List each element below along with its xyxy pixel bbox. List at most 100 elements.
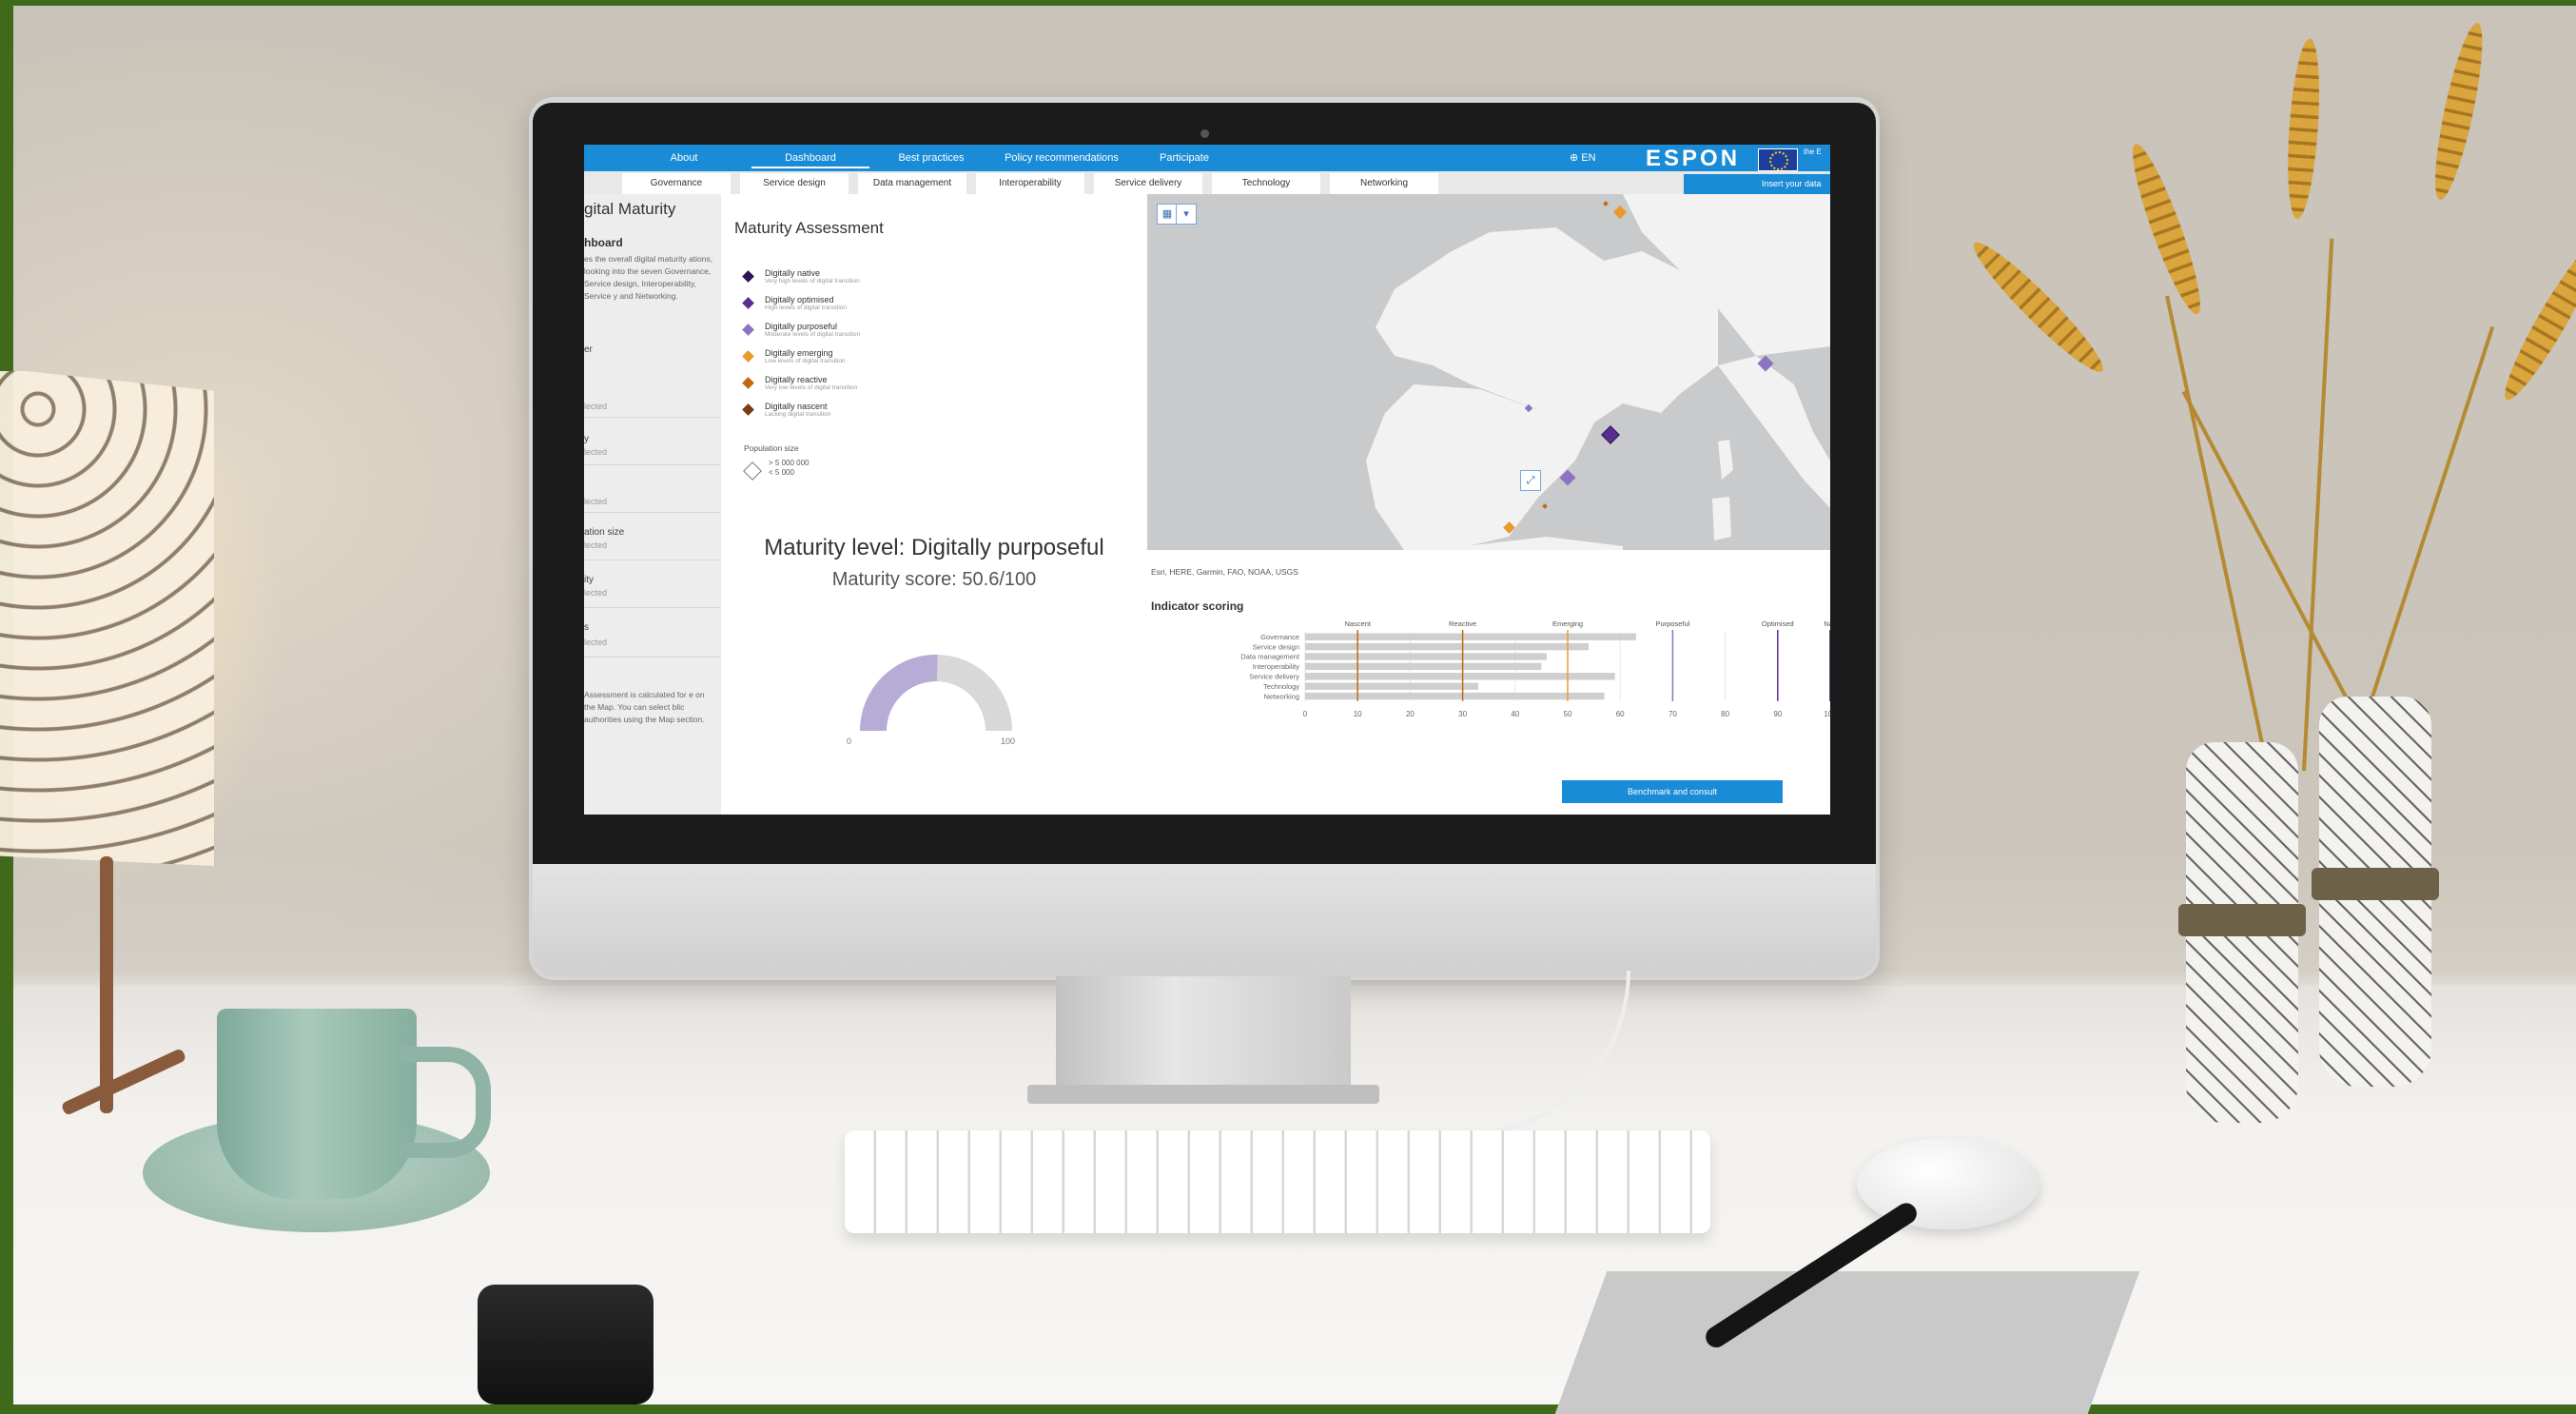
globe-icon: ⊕ — [1570, 152, 1582, 164]
x-tick-label: 10 — [1354, 710, 1362, 718]
filter-label[interactable]: ity — [584, 575, 594, 585]
threshold-label: Nati — [1824, 619, 1830, 628]
threshold-label: Optimised — [1762, 619, 1794, 628]
filter-value[interactable]: lected — [584, 540, 607, 550]
language-label: EN — [1581, 152, 1596, 164]
legend-name: Digitally nascent — [765, 402, 828, 411]
legend-desc: Very low levels of digital transition — [765, 384, 858, 391]
category-label: Governance — [1260, 633, 1299, 641]
x-tick-label: 30 — [1458, 710, 1467, 718]
tab-service-delivery[interactable]: Service delivery — [1094, 173, 1202, 194]
category-label: Technology — [1263, 682, 1299, 691]
webcam — [1200, 129, 1209, 138]
language-selector[interactable]: ⊕ EN — [1570, 145, 1596, 171]
land-corsica — [1718, 440, 1733, 480]
filter-label[interactable]: ation size — [584, 527, 624, 538]
espon-logo[interactable]: ESPON — [1646, 145, 1740, 172]
filter-value[interactable]: lected — [584, 402, 607, 411]
map-dropdown-button[interactable]: ▾ — [1176, 204, 1197, 225]
category-label: Data management — [1240, 653, 1300, 661]
nav-about[interactable]: About — [660, 145, 708, 171]
tab-data-management[interactable]: Data management — [858, 173, 966, 194]
tab-technology[interactable]: Technology — [1212, 173, 1320, 194]
maturity-level: Maturity level: Digitally purposeful — [764, 535, 1104, 560]
maturity-gauge — [860, 654, 1012, 731]
score-bar — [1305, 692, 1605, 700]
filter-label[interactable]: y — [584, 434, 589, 444]
score-bar — [1305, 682, 1479, 690]
filter-value[interactable]: lected — [584, 447, 607, 457]
population-diamond-icon — [743, 462, 762, 481]
filter-value[interactable]: lected — [584, 588, 607, 598]
diamond-icon — [742, 324, 754, 336]
sidebar-note: Assessment is calculated for e on the Ma… — [584, 690, 705, 724]
tab-interoperability[interactable]: Interoperability — [976, 173, 1084, 194]
eu-funding-text: the E — [1804, 147, 1822, 156]
maturity-score: Maturity score: 50.6/100 — [831, 569, 1037, 590]
score-bar — [1305, 633, 1636, 640]
coffee-cup — [217, 1009, 417, 1199]
vase-band — [2178, 904, 2306, 936]
diamond-icon — [742, 350, 754, 363]
notebook — [1554, 1271, 2140, 1414]
map-layers-button[interactable]: ▦ — [1157, 204, 1178, 225]
category-label: Networking — [1263, 692, 1299, 700]
category-label: Interoperability — [1253, 662, 1299, 671]
nav-dashboard[interactable]: Dashboard — [751, 145, 869, 171]
diamond-icon — [742, 297, 754, 309]
x-tick-label: 50 — [1564, 710, 1572, 718]
indicator-scoring-chart: 0102030405060708090100GovernanceService … — [1240, 619, 1830, 718]
sidebar-subtitle: hboard — [584, 236, 623, 249]
smartphone — [478, 1285, 654, 1404]
benchmark-consult-button[interactable]: Benchmark and consult — [1562, 780, 1783, 803]
population-large: > 5 000 000 — [769, 459, 810, 467]
top-navigation: About Dashboard Best practices Policy re… — [584, 145, 1830, 171]
sidebar: gital Maturity hboard es the overall dig… — [584, 194, 721, 815]
nav-policy-recommendations[interactable]: Policy recommendations — [991, 145, 1132, 171]
filter-value[interactable]: lected — [584, 638, 607, 647]
tab-governance[interactable]: Governance — [622, 173, 731, 194]
map-basemap — [1366, 194, 1830, 550]
map-view[interactable]: ▦ ▾ ⤢ — [1147, 194, 1830, 550]
x-tick-label: 20 — [1406, 710, 1415, 718]
filter-label[interactable]: er — [584, 344, 593, 355]
legend-desc: Very high levels of digital transition — [765, 278, 860, 285]
gauge-fill — [860, 654, 938, 731]
monitor-chin — [533, 864, 1876, 976]
gauge-min-label: 0 — [847, 736, 852, 746]
tab-networking[interactable]: Networking — [1330, 173, 1438, 194]
threshold-label: Purposeful — [1655, 619, 1689, 628]
filter-value[interactable]: lected — [584, 497, 607, 506]
x-tick-label: 70 — [1669, 710, 1677, 718]
x-tick-label: 90 — [1773, 710, 1782, 718]
lamp-leg — [100, 856, 113, 1113]
x-tick-label: 0 — [1303, 710, 1308, 718]
legend-desc: Moderate levels of digital transition — [765, 331, 861, 338]
legend-name: Digitally purposeful — [765, 322, 838, 331]
x-tick-label: 60 — [1616, 710, 1625, 718]
lamp-shade — [0, 371, 214, 866]
diamond-icon — [742, 403, 754, 416]
sidebar-title: gital Maturity — [584, 200, 676, 218]
legend-desc: High levels of digital transition — [765, 304, 847, 311]
legend-desc: Low levels of digital transition — [765, 358, 846, 364]
maturity-assessment-title: Maturity Assessment — [734, 219, 884, 237]
dashboard-screen: About Dashboard Best practices Policy re… — [584, 145, 1830, 815]
x-tick-label: 40 — [1511, 710, 1519, 718]
map-expand-button[interactable]: ⤢ — [1520, 470, 1541, 491]
land-sardinia — [1712, 497, 1731, 540]
cup-handle — [400, 1047, 491, 1158]
insert-data-button[interactable]: Insert your data — [1684, 174, 1830, 194]
score-bar — [1305, 642, 1590, 651]
tab-service-design[interactable]: Service design — [740, 173, 849, 194]
legend-name: Digitally emerging — [765, 348, 833, 358]
vase-band — [2312, 868, 2439, 900]
nav-best-practices[interactable]: Best practices — [892, 145, 970, 171]
filter-label[interactable]: s — [584, 622, 589, 633]
x-tick-label: 100 — [1824, 710, 1830, 718]
nav-participate[interactable]: Participate — [1153, 145, 1216, 171]
score-bar — [1305, 662, 1542, 671]
diamond-icon — [742, 270, 754, 283]
legend-name: Digitally reactive — [765, 375, 828, 384]
population-size-title: Population size — [744, 443, 799, 453]
